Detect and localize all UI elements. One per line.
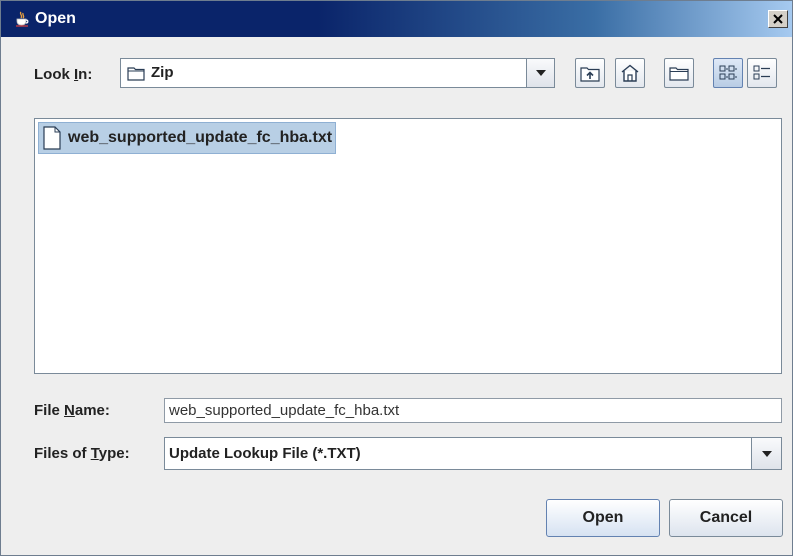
look-in-value: Zip xyxy=(151,64,174,81)
files-of-type-label-suffix: ype: xyxy=(98,445,130,462)
file-name-label: File Name: xyxy=(34,401,110,421)
up-one-level-button[interactable] xyxy=(575,58,605,88)
files-of-type-dropdown-button[interactable] xyxy=(751,438,781,469)
files-of-type-label-prefix: Files of xyxy=(34,445,91,462)
new-folder-button[interactable] xyxy=(664,58,694,88)
look-in-dropdown-button[interactable] xyxy=(526,59,554,87)
up-one-level-icon xyxy=(580,67,600,82)
file-name-label-mnemonic: N xyxy=(64,402,75,419)
look-in-combo[interactable]: Zip xyxy=(120,58,555,88)
new-folder-icon xyxy=(669,67,689,81)
file-name-label-suffix: ame: xyxy=(74,402,110,419)
folder-icon xyxy=(127,67,145,81)
open-button[interactable]: Open xyxy=(546,499,660,537)
file-icon xyxy=(43,126,61,150)
list-item[interactable]: web_supported_update_fc_hba.txt xyxy=(38,122,337,154)
java-coffee-icon xyxy=(16,11,29,27)
details-view-button[interactable] xyxy=(747,58,777,88)
look-in-label-prefix: Look xyxy=(34,66,74,83)
cancel-button[interactable]: Cancel xyxy=(669,499,783,537)
chevron-down-icon xyxy=(535,70,546,76)
list-view-button[interactable] xyxy=(713,58,743,88)
files-of-type-value: Update Lookup File (*.TXT) xyxy=(169,445,361,462)
files-of-type-combo[interactable]: Update Lookup File (*.TXT) xyxy=(164,437,782,470)
look-in-label: Look In: xyxy=(34,65,92,85)
look-in-label-suffix: n: xyxy=(78,66,93,83)
home-button[interactable] xyxy=(615,58,645,88)
close-icon xyxy=(773,14,783,24)
open-dialog: Open Look In: Zip web_supported_update_f… xyxy=(0,0,793,556)
files-of-type-label-mnemonic: T xyxy=(90,445,99,462)
file-name-label-prefix: File xyxy=(34,402,65,419)
close-button[interactable] xyxy=(768,10,788,28)
file-item-label: web_supported_update_fc_hba.txt xyxy=(68,129,333,146)
window-title: Open xyxy=(35,10,76,27)
title-bar[interactable]: Open xyxy=(1,1,792,37)
home-icon xyxy=(621,64,639,82)
file-list[interactable]: web_supported_update_fc_hba.txt xyxy=(34,118,782,374)
chevron-down-icon xyxy=(761,450,772,457)
list-view-icon xyxy=(719,65,737,80)
file-name-input[interactable] xyxy=(164,398,782,423)
files-of-type-label: Files of Type: xyxy=(34,444,130,464)
details-view-icon xyxy=(753,65,770,80)
